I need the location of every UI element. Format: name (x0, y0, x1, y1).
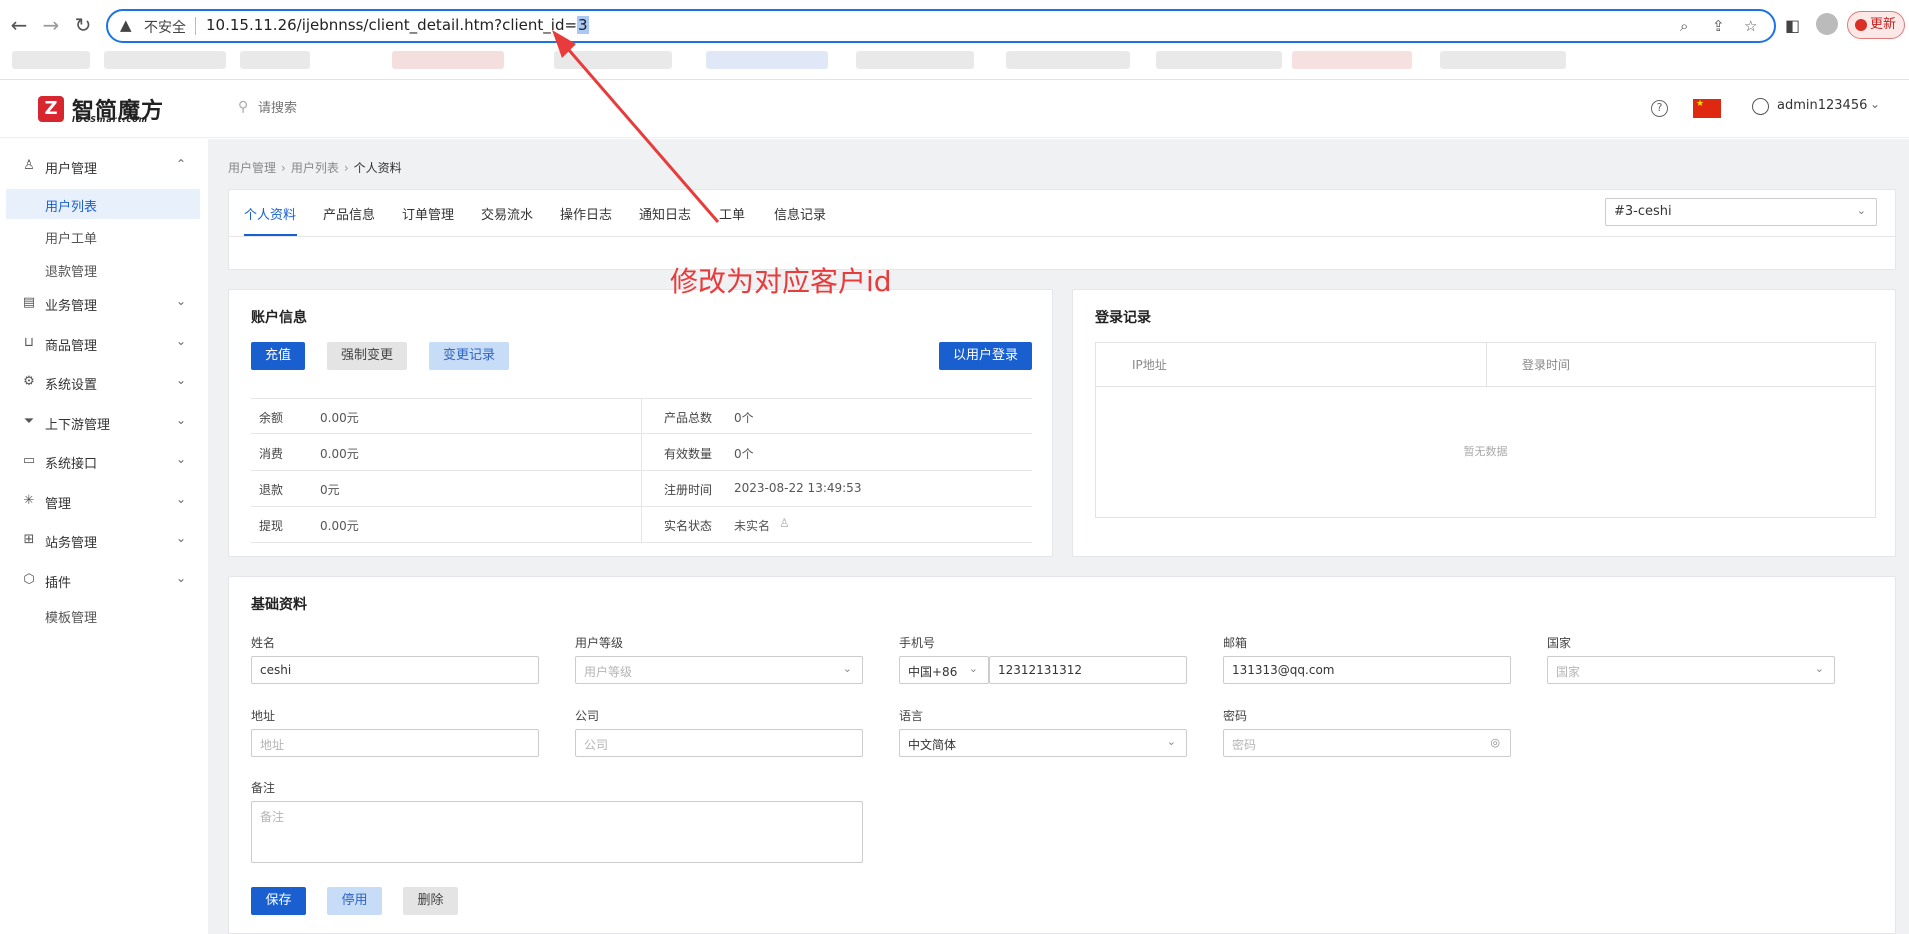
annotation-arrow (552, 30, 720, 223)
annotation-text: 修改为对应客户id (670, 265, 892, 298)
